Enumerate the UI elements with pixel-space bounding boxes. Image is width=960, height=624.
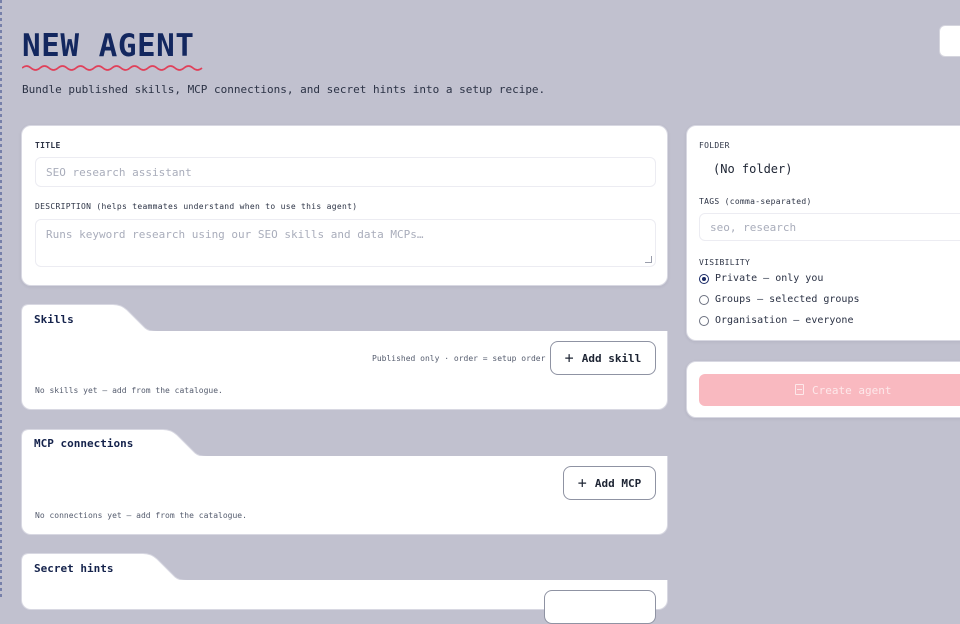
- add-skill-button[interactable]: + Add skill: [550, 341, 656, 375]
- skills-tab: [21, 304, 667, 332]
- visibility-private-label: Private — only you: [715, 273, 824, 284]
- secrets-heading: Secret hints: [34, 562, 114, 575]
- mcp-empty-text: No connections yet — add from the catalo…: [35, 511, 247, 520]
- save-document-icon: [795, 383, 804, 395]
- skills-empty-text: No skills yet — add from the catalogue.: [35, 386, 223, 395]
- radio-unchecked-icon: [699, 294, 709, 305]
- tags-input[interactable]: [699, 213, 960, 241]
- settings-card: FOLDER (No folder) TAGS (comma-separated…: [686, 125, 960, 341]
- mcp-heading: MCP connections: [34, 437, 134, 450]
- title-input[interactable]: [35, 157, 656, 187]
- folder-select[interactable]: (No folder): [699, 155, 960, 183]
- skills-heading: Skills: [34, 313, 74, 326]
- secrets-tab: [21, 553, 667, 581]
- resize-grip-icon[interactable]: [645, 256, 652, 263]
- visibility-option-private[interactable]: Private — only you: [699, 273, 823, 284]
- title-squiggle-underline: [22, 65, 203, 71]
- description-label: DESCRIPTION (helps teammates understand …: [35, 202, 358, 211]
- radio-checked-icon: [699, 273, 709, 284]
- secrets-card: [21, 580, 668, 624]
- visibility-option-groups[interactable]: Groups — selected groups: [699, 294, 860, 305]
- add-secret-button[interactable]: [544, 590, 656, 624]
- create-agent-button[interactable]: Create agent: [699, 374, 960, 406]
- add-mcp-button[interactable]: + Add MCP: [563, 466, 656, 500]
- plus-icon: +: [577, 473, 587, 492]
- tags-label: TAGS (comma-separated): [699, 197, 812, 206]
- visibility-label: VISIBILITY: [699, 258, 751, 267]
- description-field[interactable]: [35, 219, 656, 267]
- mcp-card: + Add MCP No connections yet — add from …: [21, 456, 668, 535]
- create-agent-label: Create agent: [812, 383, 892, 397]
- create-card: Create agent: [686, 361, 960, 418]
- skills-order-hint: Published only · order = setup order: [372, 354, 546, 363]
- folder-label: FOLDER: [699, 141, 730, 150]
- left-dotted-rule: [0, 0, 2, 600]
- page-subtitle: Bundle published skills, MCP connections…: [22, 83, 546, 96]
- plus-icon: +: [564, 348, 574, 367]
- visibility-groups-label: Groups — selected groups: [715, 294, 860, 305]
- details-card: TITLE DESCRIPTION (helps teammates under…: [21, 125, 668, 286]
- title-label: TITLE: [35, 141, 61, 150]
- visibility-organisation-label: Organisation — everyone: [715, 315, 854, 326]
- add-mcp-label: Add MCP: [594, 476, 642, 490]
- visibility-option-organisation[interactable]: Organisation — everyone: [699, 315, 853, 326]
- add-skill-label: Add skill: [581, 351, 642, 365]
- cancel-button[interactable]: Ca: [939, 25, 960, 57]
- skills-card: Published only · order = setup order + A…: [21, 331, 668, 410]
- page-title: NEW AGENT: [22, 28, 195, 64]
- radio-unchecked-icon: [699, 315, 709, 326]
